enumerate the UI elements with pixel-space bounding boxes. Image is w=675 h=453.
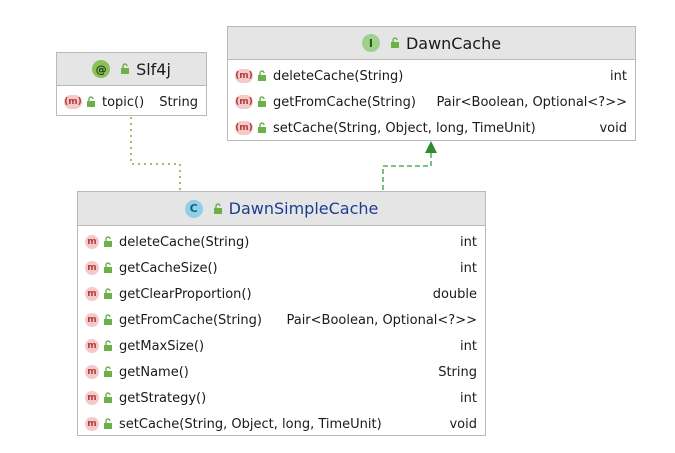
class-icon: C bbox=[184, 199, 203, 218]
dawn-simple-cache-member[interactable]: m getName() String bbox=[78, 359, 485, 385]
dawn-cache-title: DawnCache bbox=[405, 33, 502, 53]
method-icon: (m) bbox=[235, 69, 253, 83]
implements-edge bbox=[382, 152, 432, 190]
public-lock-icon bbox=[121, 63, 130, 74]
member-type: String bbox=[438, 364, 477, 380]
dawn-cache-interface-box[interactable]: I DawnCache (m) deleteCache(String) int … bbox=[227, 26, 636, 141]
public-lock-icon bbox=[258, 96, 266, 107]
dawn-cache-member[interactable]: (m) setCache(String, Object, long, TimeU… bbox=[228, 115, 635, 141]
member-signature: getStrategy() bbox=[119, 390, 207, 406]
method-icon: m bbox=[85, 313, 99, 327]
dawn-simple-cache-member[interactable]: m getFromCache(String) Pair<Boolean, Opt… bbox=[78, 307, 485, 333]
member-type: int bbox=[460, 390, 477, 406]
member-type: int bbox=[610, 68, 627, 84]
public-lock-icon bbox=[104, 314, 112, 325]
implements-arrowhead bbox=[425, 141, 437, 153]
member-signature: getMaxSize() bbox=[119, 338, 205, 354]
member-type: void bbox=[449, 416, 477, 432]
dawn-simple-cache-member[interactable]: m getStrategy() int bbox=[78, 385, 485, 411]
member-signature: getFromCache(String) bbox=[273, 94, 416, 110]
member-type: Pair<Boolean, Optional<?>> bbox=[286, 312, 477, 328]
member-signature: deleteCache(String) bbox=[119, 234, 250, 250]
method-icon: m bbox=[85, 417, 99, 431]
member-type: Pair<Boolean, Optional<?>> bbox=[436, 94, 627, 110]
public-lock-icon bbox=[390, 37, 399, 48]
method-icon: m bbox=[85, 261, 99, 275]
member-signature: setCache(String, Object, long, TimeUnit) bbox=[119, 416, 382, 432]
dawn-simple-cache-title: DawnSimpleCache bbox=[228, 199, 379, 218]
member-signature: setCache(String, Object, long, TimeUnit) bbox=[273, 120, 536, 136]
member-signature: getCacheSize() bbox=[119, 260, 218, 276]
dawn-simple-cache-member[interactable]: m getMaxSize() int bbox=[78, 333, 485, 359]
public-lock-icon bbox=[258, 70, 266, 81]
public-lock-icon bbox=[87, 96, 95, 107]
member-signature: topic() bbox=[102, 94, 145, 110]
slf4j-header: @ Slf4j bbox=[57, 53, 206, 86]
dawn-cache-header: I DawnCache bbox=[228, 27, 635, 60]
method-icon: m bbox=[85, 339, 99, 353]
member-type: void bbox=[599, 120, 627, 136]
annotation-edge bbox=[130, 117, 181, 190]
member-signature: getFromCache(String) bbox=[119, 312, 262, 328]
dawn-simple-cache-member[interactable]: m deleteCache(String) int bbox=[78, 229, 485, 255]
method-icon: m bbox=[85, 365, 99, 379]
member-signature: deleteCache(String) bbox=[273, 68, 404, 84]
public-lock-icon bbox=[258, 122, 266, 133]
dawn-simple-cache-header: C DawnSimpleCache bbox=[78, 192, 485, 226]
public-lock-icon bbox=[104, 340, 112, 351]
dawn-cache-member[interactable]: (m) getFromCache(String) Pair<Boolean, O… bbox=[228, 89, 635, 115]
method-icon: (m) bbox=[64, 95, 82, 109]
dawn-cache-member[interactable]: (m) deleteCache(String) int bbox=[228, 63, 635, 89]
public-lock-icon bbox=[213, 202, 222, 214]
dawn-simple-cache-class-box[interactable]: C DawnSimpleCache m deleteCache(String) … bbox=[77, 191, 486, 436]
slf4j-title: Slf4j bbox=[136, 59, 171, 79]
method-icon: m bbox=[85, 287, 99, 301]
public-lock-icon bbox=[104, 262, 112, 273]
member-type: String bbox=[159, 94, 198, 110]
public-lock-icon bbox=[104, 418, 112, 429]
method-icon: m bbox=[85, 391, 99, 405]
public-lock-icon bbox=[104, 392, 112, 403]
member-type: int bbox=[460, 338, 477, 354]
method-icon: (m) bbox=[235, 95, 253, 109]
public-lock-icon bbox=[104, 366, 112, 377]
member-signature: getClearProportion() bbox=[119, 286, 252, 302]
public-lock-icon bbox=[104, 236, 112, 247]
dawn-simple-cache-member[interactable]: m getCacheSize() int bbox=[78, 255, 485, 281]
member-type: int bbox=[460, 260, 477, 276]
dawn-simple-cache-member[interactable]: m setCache(String, Object, long, TimeUni… bbox=[78, 411, 485, 437]
slf4j-member-topic[interactable]: (m) topic() String bbox=[57, 89, 206, 115]
dawn-simple-cache-member[interactable]: m getClearProportion() double bbox=[78, 281, 485, 307]
member-signature: getName() bbox=[119, 364, 189, 380]
annotation-icon: @ bbox=[92, 60, 111, 78]
public-lock-icon bbox=[104, 288, 112, 299]
member-type: int bbox=[460, 234, 477, 250]
member-type: double bbox=[432, 286, 477, 302]
slf4j-annotation-box[interactable]: @ Slf4j (m) topic() String bbox=[56, 52, 207, 116]
interface-icon: I bbox=[361, 34, 380, 52]
method-icon: m bbox=[85, 235, 99, 249]
method-icon: (m) bbox=[235, 121, 253, 135]
